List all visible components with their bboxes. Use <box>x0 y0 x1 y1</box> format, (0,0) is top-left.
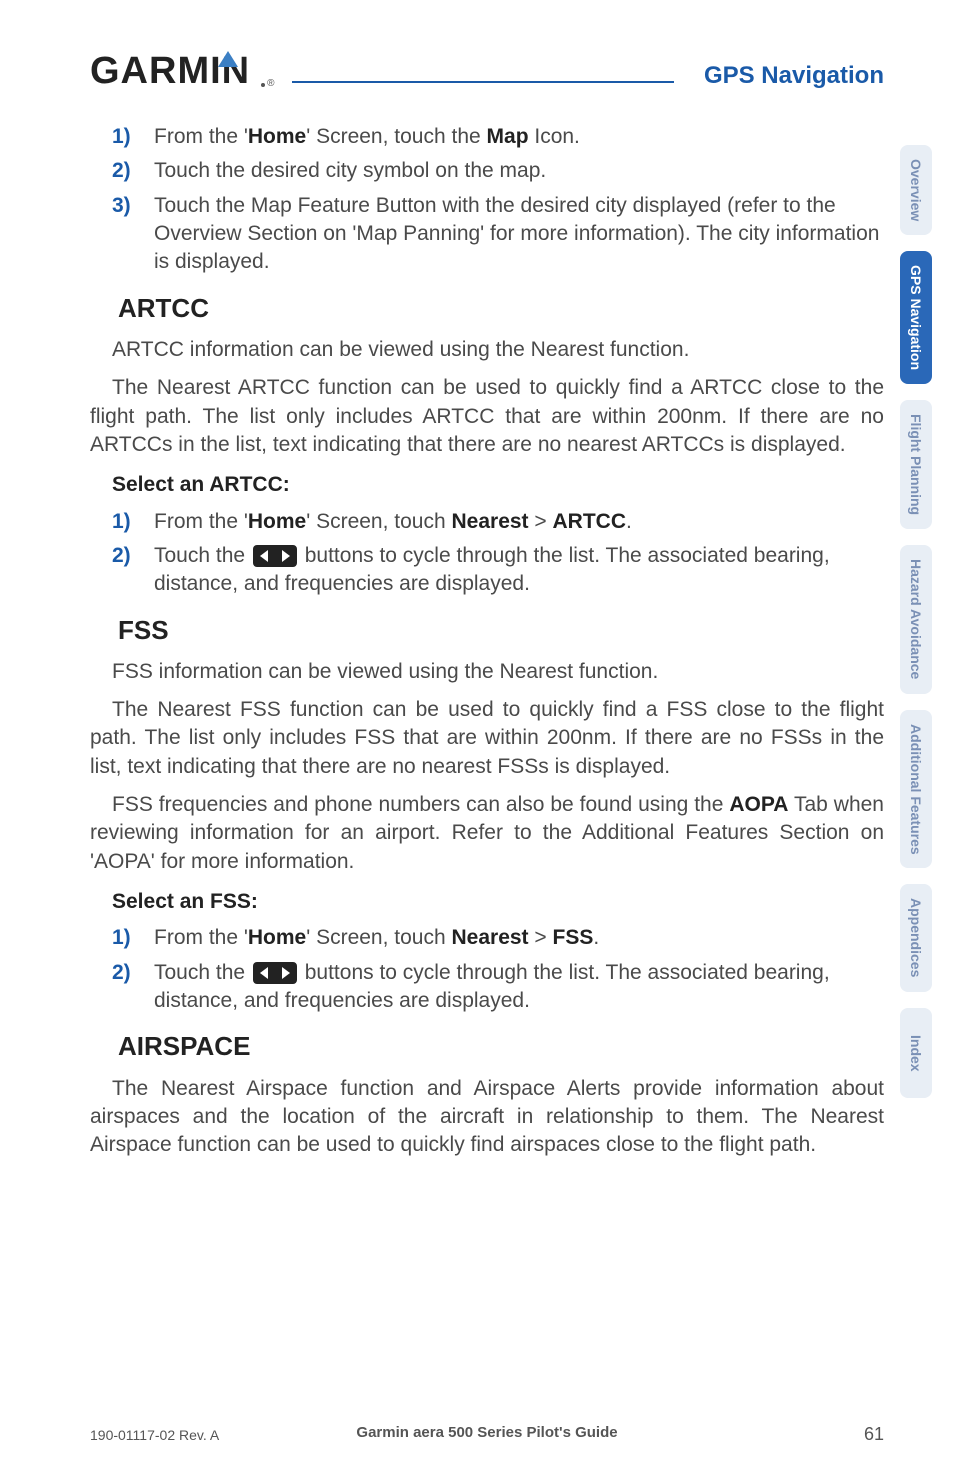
heading-fss: FSS <box>118 613 884 648</box>
tab-appendices[interactable]: Appendices <box>900 884 932 991</box>
page-content: 1) From the 'Home' Screen, touch the Map… <box>90 123 884 1160</box>
tab-overview[interactable]: Overview <box>900 145 932 235</box>
side-tabs: Overview GPS Navigation Flight Planning … <box>900 145 932 1098</box>
step-text: From the 'Home' Screen, touch the Map Ic… <box>154 123 884 151</box>
tab-gps-navigation[interactable]: GPS Navigation <box>900 251 932 384</box>
footer-guide-title: Garmin aera 500 Series Pilot's Guide <box>356 1424 617 1441</box>
prev-next-icon <box>253 962 297 984</box>
step-item: 1) From the 'Home' Screen, touch Nearest… <box>90 924 884 952</box>
trademark-icon: ® <box>267 78 274 89</box>
step-text: Touch the Map Feature Button with the de… <box>154 192 884 277</box>
section-title: GPS Navigation <box>704 62 884 90</box>
step-number: 2) <box>112 542 154 599</box>
step-item: 2) Touch the desired city symbol on the … <box>90 157 884 185</box>
heading-airspace: AIRSPACE <box>118 1029 884 1064</box>
step-number: 2) <box>112 157 154 185</box>
steps-artcc: 1) From the 'Home' Screen, touch Nearest… <box>90 508 884 599</box>
logo-triangle-icon <box>218 51 238 67</box>
heading-select-artcc: Select an ARTCC: <box>112 471 884 499</box>
step-number: 2) <box>112 959 154 1016</box>
tab-hazard-avoidance[interactable]: Hazard Avoidance <box>900 545 932 693</box>
step-item: 1) From the 'Home' Screen, touch the Map… <box>90 123 884 151</box>
logo-dot-icon <box>261 83 265 87</box>
paragraph: FSS information can be viewed using the … <box>90 658 884 686</box>
paragraph: The Nearest Airspace function and Airspa… <box>90 1075 884 1160</box>
heading-select-fss: Select an FSS: <box>112 888 884 916</box>
garmin-logo: GARMIN ® <box>90 50 274 93</box>
step-text: Touch the buttons to cycle through the l… <box>154 959 884 1016</box>
paragraph: FSS frequencies and phone numbers can al… <box>90 791 884 876</box>
paragraph: ARTCC information can be viewed using th… <box>90 336 884 364</box>
step-text: From the 'Home' Screen, touch Nearest > … <box>154 508 884 536</box>
header-rule <box>292 57 673 83</box>
step-text: Touch the desired city symbol on the map… <box>154 157 884 185</box>
prev-next-icon <box>253 545 297 567</box>
step-item: 3) Touch the Map Feature Button with the… <box>90 192 884 277</box>
page-number: 61 <box>864 1424 884 1445</box>
heading-artcc: ARTCC <box>118 291 884 326</box>
page-header: GARMIN ® GPS Navigation <box>90 50 884 93</box>
step-text: Touch the buttons to cycle through the l… <box>154 542 884 599</box>
step-number: 1) <box>112 123 154 151</box>
paragraph: The Nearest FSS function can be used to … <box>90 696 884 781</box>
tab-index[interactable]: Index <box>900 1008 932 1098</box>
step-item: 2) Touch the buttons to cycle through th… <box>90 959 884 1016</box>
tab-flight-planning[interactable]: Flight Planning <box>900 400 932 529</box>
step-item: 2) Touch the buttons to cycle through th… <box>90 542 884 599</box>
step-number: 3) <box>112 192 154 277</box>
step-text: From the 'Home' Screen, touch Nearest > … <box>154 924 884 952</box>
paragraph: The Nearest ARTCC function can be used t… <box>90 374 884 459</box>
footer-revision: 190-01117-02 Rev. A <box>90 1427 219 1443</box>
step-item: 1) From the 'Home' Screen, touch Nearest… <box>90 508 884 536</box>
step-number: 1) <box>112 508 154 536</box>
steps-city: 1) From the 'Home' Screen, touch the Map… <box>90 123 884 277</box>
step-number: 1) <box>112 924 154 952</box>
tab-additional-features[interactable]: Additional Features <box>900 710 932 869</box>
page-footer: 190-01117-02 Rev. A Garmin aera 500 Seri… <box>90 1424 884 1445</box>
steps-fss: 1) From the 'Home' Screen, touch Nearest… <box>90 924 884 1015</box>
